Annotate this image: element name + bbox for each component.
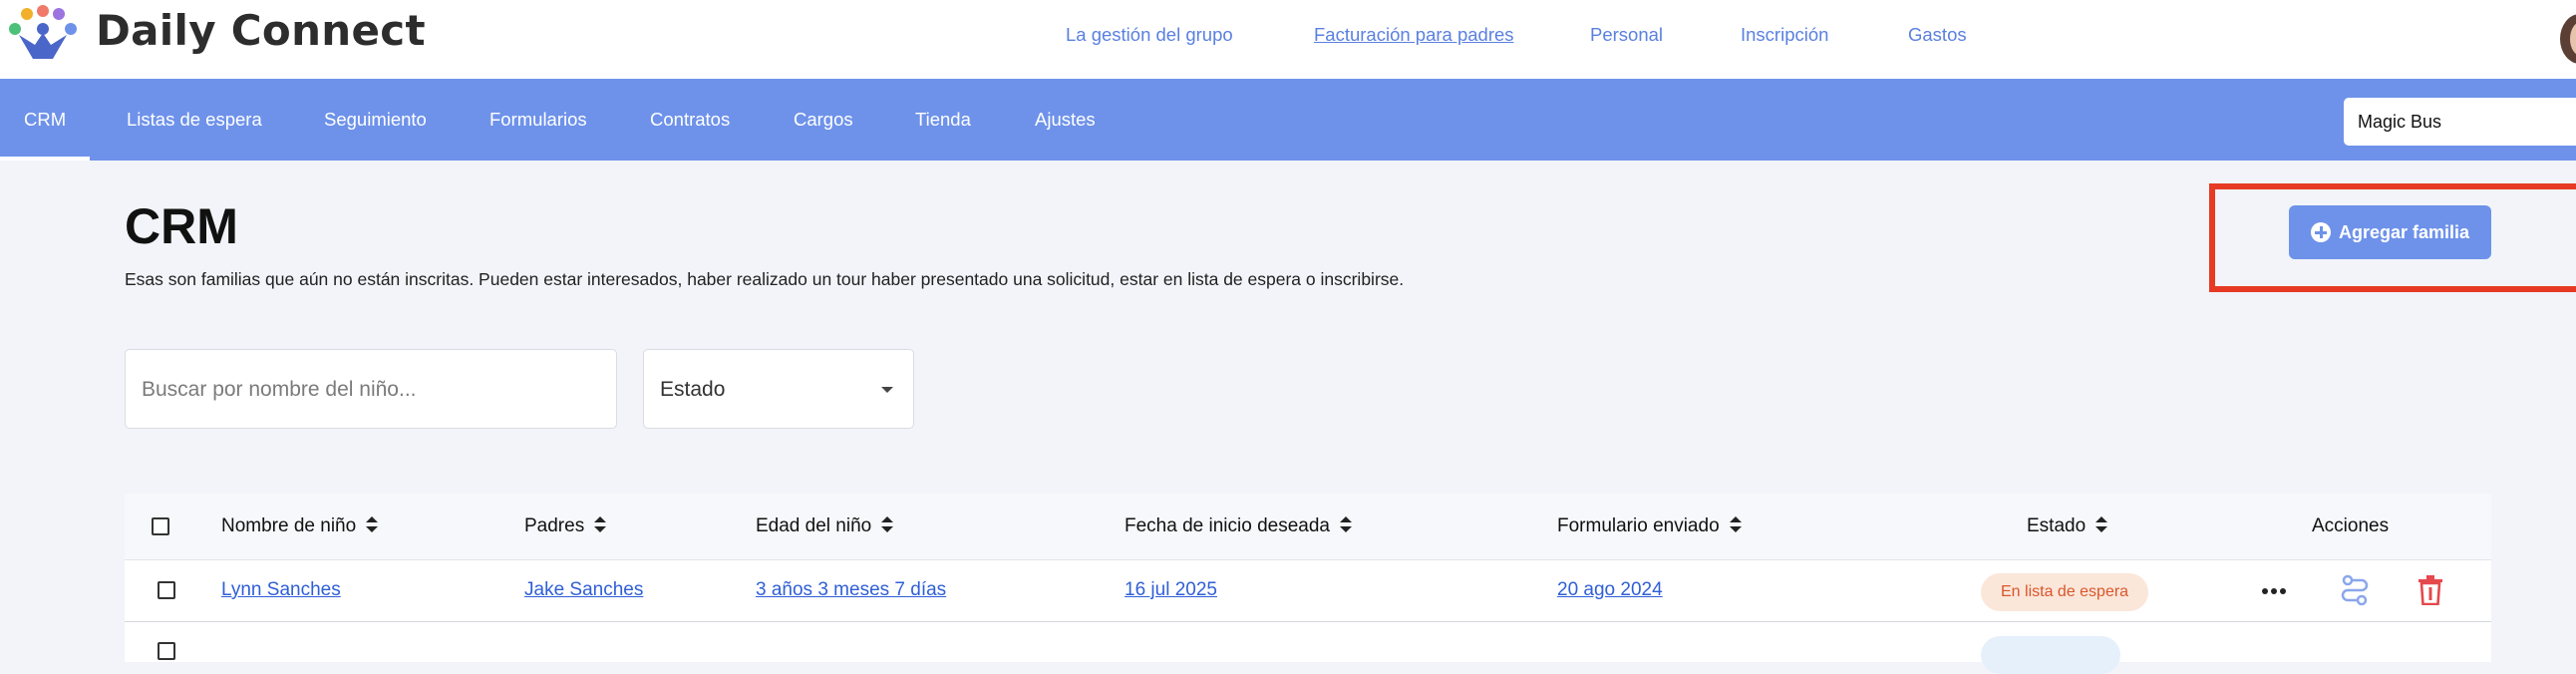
page-title: CRM bbox=[125, 198, 238, 254]
column-label: Fecha de inicio deseada bbox=[1125, 515, 1330, 536]
child-age-link[interactable]: 3 años 3 meses 7 días bbox=[756, 579, 946, 600]
user-avatar[interactable] bbox=[2560, 14, 2576, 64]
column-label: Padres bbox=[524, 515, 585, 536]
sort-icon[interactable] bbox=[1339, 515, 1352, 532]
start-date-link[interactable]: 16 jul 2025 bbox=[1125, 579, 1217, 600]
column-header-parents[interactable]: Padres bbox=[524, 494, 607, 559]
crm-subnav: CRM Listas de espera Seguimiento Formula… bbox=[0, 79, 2576, 161]
add-family-button[interactable]: Agregar familia bbox=[2289, 205, 2491, 259]
table-row: Lynn Sanches Jake Sanches 3 años 3 meses… bbox=[125, 559, 2491, 622]
child-name-cell: Lynn Sanches bbox=[221, 559, 341, 621]
status-badge bbox=[1981, 636, 2120, 674]
column-header-form-sent[interactable]: Formulario enviado bbox=[1557, 494, 1742, 559]
sort-icon[interactable] bbox=[594, 515, 607, 532]
school-select[interactable]: Magic Bus bbox=[2344, 98, 2576, 146]
tab-waitlists[interactable]: Listas de espera bbox=[127, 79, 262, 161]
topnav-staff[interactable]: Personal bbox=[1590, 24, 1663, 46]
child-name-link[interactable]: Lynn Sanches bbox=[221, 579, 341, 600]
route-icon[interactable] bbox=[2338, 573, 2372, 607]
brand-name[interactable]: Daily Connect bbox=[96, 6, 426, 55]
sort-icon[interactable] bbox=[881, 515, 894, 532]
top-header: Daily Connect La gestión del grupo Factu… bbox=[0, 0, 2576, 79]
tab-store[interactable]: Tienda bbox=[915, 79, 971, 161]
form-sent-link[interactable]: 20 ago 2024 bbox=[1557, 579, 1663, 600]
sort-icon[interactable] bbox=[2095, 515, 2108, 532]
table-row bbox=[125, 622, 2491, 674]
column-header-child-age[interactable]: Edad del niño bbox=[756, 494, 894, 559]
column-label: Formulario enviado bbox=[1557, 515, 1720, 536]
plus-circle-icon bbox=[2310, 222, 2331, 242]
tab-contracts[interactable]: Contratos bbox=[650, 79, 730, 161]
column-label: Estado bbox=[2027, 515, 2087, 536]
status-badge: En lista de espera bbox=[1981, 573, 2149, 611]
row-checkbox[interactable] bbox=[158, 642, 175, 660]
topnav-expenses[interactable]: Gastos bbox=[1908, 24, 1967, 46]
topnav-group-management[interactable]: La gestión del grupo bbox=[1066, 24, 1233, 46]
start-date-cell: 16 jul 2025 bbox=[1125, 559, 1217, 621]
table-header: Nombre de niño Padres Edad del niño Fech… bbox=[125, 494, 2491, 560]
tab-crm[interactable]: CRM bbox=[0, 79, 91, 161]
status-filter-label: Estado bbox=[660, 378, 726, 401]
logo-people-icon[interactable] bbox=[5, 5, 81, 65]
column-header-start-date[interactable]: Fecha de inicio deseada bbox=[1125, 494, 1352, 559]
sort-icon[interactable] bbox=[366, 515, 379, 532]
more-dots-icon[interactable] bbox=[2262, 588, 2289, 594]
column-header-actions: Acciones bbox=[2312, 515, 2390, 536]
add-family-label: Agregar familia bbox=[2338, 221, 2470, 242]
row-checkbox[interactable] bbox=[158, 581, 175, 599]
column-header-status[interactable]: Estado bbox=[2027, 494, 2108, 559]
age-cell: 3 años 3 meses 7 días bbox=[756, 559, 946, 621]
chevron-down-icon bbox=[881, 387, 893, 393]
search-input[interactable]: Buscar por nombre del niño... bbox=[125, 349, 617, 429]
status-filter-select[interactable]: Estado bbox=[643, 349, 914, 429]
column-label: Nombre de niño bbox=[221, 515, 357, 536]
tab-settings[interactable]: Ajustes bbox=[1035, 79, 1096, 161]
column-label: Edad del niño bbox=[756, 515, 872, 536]
families-table: Nombre de niño Padres Edad del niño Fech… bbox=[125, 494, 2491, 674]
sort-icon[interactable] bbox=[1729, 515, 1742, 532]
parent-name-link[interactable]: Jake Sanches bbox=[524, 579, 643, 600]
column-header-child-name[interactable]: Nombre de niño bbox=[221, 494, 379, 559]
topnav-parent-billing[interactable]: Facturación para padres bbox=[1314, 24, 1514, 46]
topnav-enrollment[interactable]: Inscripción bbox=[1741, 24, 1828, 46]
trash-icon[interactable] bbox=[2417, 575, 2443, 605]
tab-tracking[interactable]: Seguimiento bbox=[324, 79, 427, 161]
tab-charges[interactable]: Cargos bbox=[794, 79, 853, 161]
select-all-checkbox[interactable] bbox=[152, 517, 169, 535]
parent-cell: Jake Sanches bbox=[524, 559, 643, 621]
tab-forms[interactable]: Formularios bbox=[489, 79, 587, 161]
page-description: Esas son familias que aún no están inscr… bbox=[125, 269, 1405, 289]
form-sent-cell: 20 ago 2024 bbox=[1557, 559, 1663, 621]
